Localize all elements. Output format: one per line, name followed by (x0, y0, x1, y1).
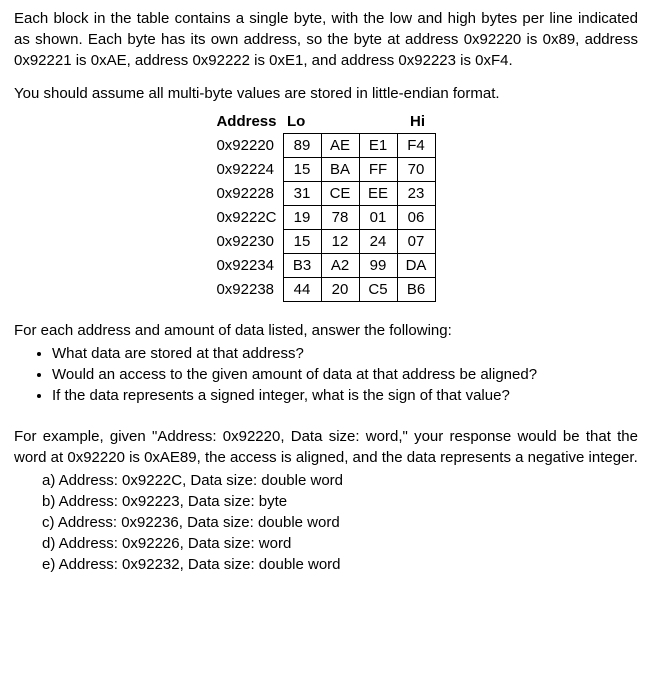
byte-cell: 23 (397, 182, 435, 206)
sub-question: e) Address: 0x92232, Data size: double w… (42, 554, 638, 575)
header-address: Address (216, 110, 283, 134)
byte-cell: CE (321, 182, 359, 206)
byte-cell: 07 (397, 230, 435, 254)
intro-paragraph: Each block in the table contains a singl… (14, 8, 638, 71)
bullet-item: If the data represents a signed integer,… (52, 385, 638, 406)
byte-cell: 06 (397, 206, 435, 230)
byte-cell: 99 (359, 254, 397, 278)
byte-cell: A2 (321, 254, 359, 278)
example-paragraph: For example, given "Address: 0x92220, Da… (14, 426, 638, 468)
addr-cell: 0x92234 (216, 254, 283, 278)
table-row: 0x92230 15 12 24 07 (216, 230, 435, 254)
table-row: 0x92228 31 CE EE 23 (216, 182, 435, 206)
table-row: 0x92238 44 20 C5 B6 (216, 278, 435, 302)
byte-cell: 70 (397, 158, 435, 182)
byte-cell: 15 (283, 158, 321, 182)
sub-question: a) Address: 0x9222C, Data size: double w… (42, 470, 638, 491)
addr-cell: 0x92220 (216, 134, 283, 158)
byte-cell: 01 (359, 206, 397, 230)
byte-cell: 44 (283, 278, 321, 302)
sub-question: b) Address: 0x92223, Data size: byte (42, 491, 638, 512)
byte-cell: 31 (283, 182, 321, 206)
byte-cell: 19 (283, 206, 321, 230)
addr-cell: 0x9222C (216, 206, 283, 230)
question-bullet-list: What data are stored at that address? Wo… (52, 343, 638, 406)
byte-cell: 89 (283, 134, 321, 158)
header-hi: Hi (359, 110, 435, 134)
byte-cell: E1 (359, 134, 397, 158)
table-row: 0x92234 B3 A2 99 DA (216, 254, 435, 278)
byte-cell: FF (359, 158, 397, 182)
header-lo: Lo (283, 110, 359, 134)
table-row: 0x92224 15 BA FF 70 (216, 158, 435, 182)
addr-cell: 0x92224 (216, 158, 283, 182)
byte-cell: C5 (359, 278, 397, 302)
questions-intro: For each address and amount of data list… (14, 320, 638, 341)
bullet-item: What data are stored at that address? (52, 343, 638, 364)
byte-cell: 78 (321, 206, 359, 230)
byte-cell: BA (321, 158, 359, 182)
byte-cell: 20 (321, 278, 359, 302)
byte-cell: 15 (283, 230, 321, 254)
bullet-item: Would an access to the given amount of d… (52, 364, 638, 385)
byte-cell: 24 (359, 230, 397, 254)
memory-table: Address Lo Hi 0x92220 89 AE E1 F4 0x9222… (216, 110, 435, 302)
byte-cell: 12 (321, 230, 359, 254)
assumption-paragraph: You should assume all multi-byte values … (14, 83, 638, 104)
addr-cell: 0x92228 (216, 182, 283, 206)
sub-question: c) Address: 0x92236, Data size: double w… (42, 512, 638, 533)
byte-cell: B6 (397, 278, 435, 302)
byte-cell: B3 (283, 254, 321, 278)
sub-question: d) Address: 0x92226, Data size: word (42, 533, 638, 554)
byte-cell: DA (397, 254, 435, 278)
addr-cell: 0x92230 (216, 230, 283, 254)
memory-table-wrapper: Address Lo Hi 0x92220 89 AE E1 F4 0x9222… (14, 110, 638, 302)
byte-cell: F4 (397, 134, 435, 158)
table-row: 0x92220 89 AE E1 F4 (216, 134, 435, 158)
byte-cell: EE (359, 182, 397, 206)
byte-cell: AE (321, 134, 359, 158)
table-row: 0x9222C 19 78 01 06 (216, 206, 435, 230)
sub-question-list: a) Address: 0x9222C, Data size: double w… (42, 470, 638, 575)
addr-cell: 0x92238 (216, 278, 283, 302)
